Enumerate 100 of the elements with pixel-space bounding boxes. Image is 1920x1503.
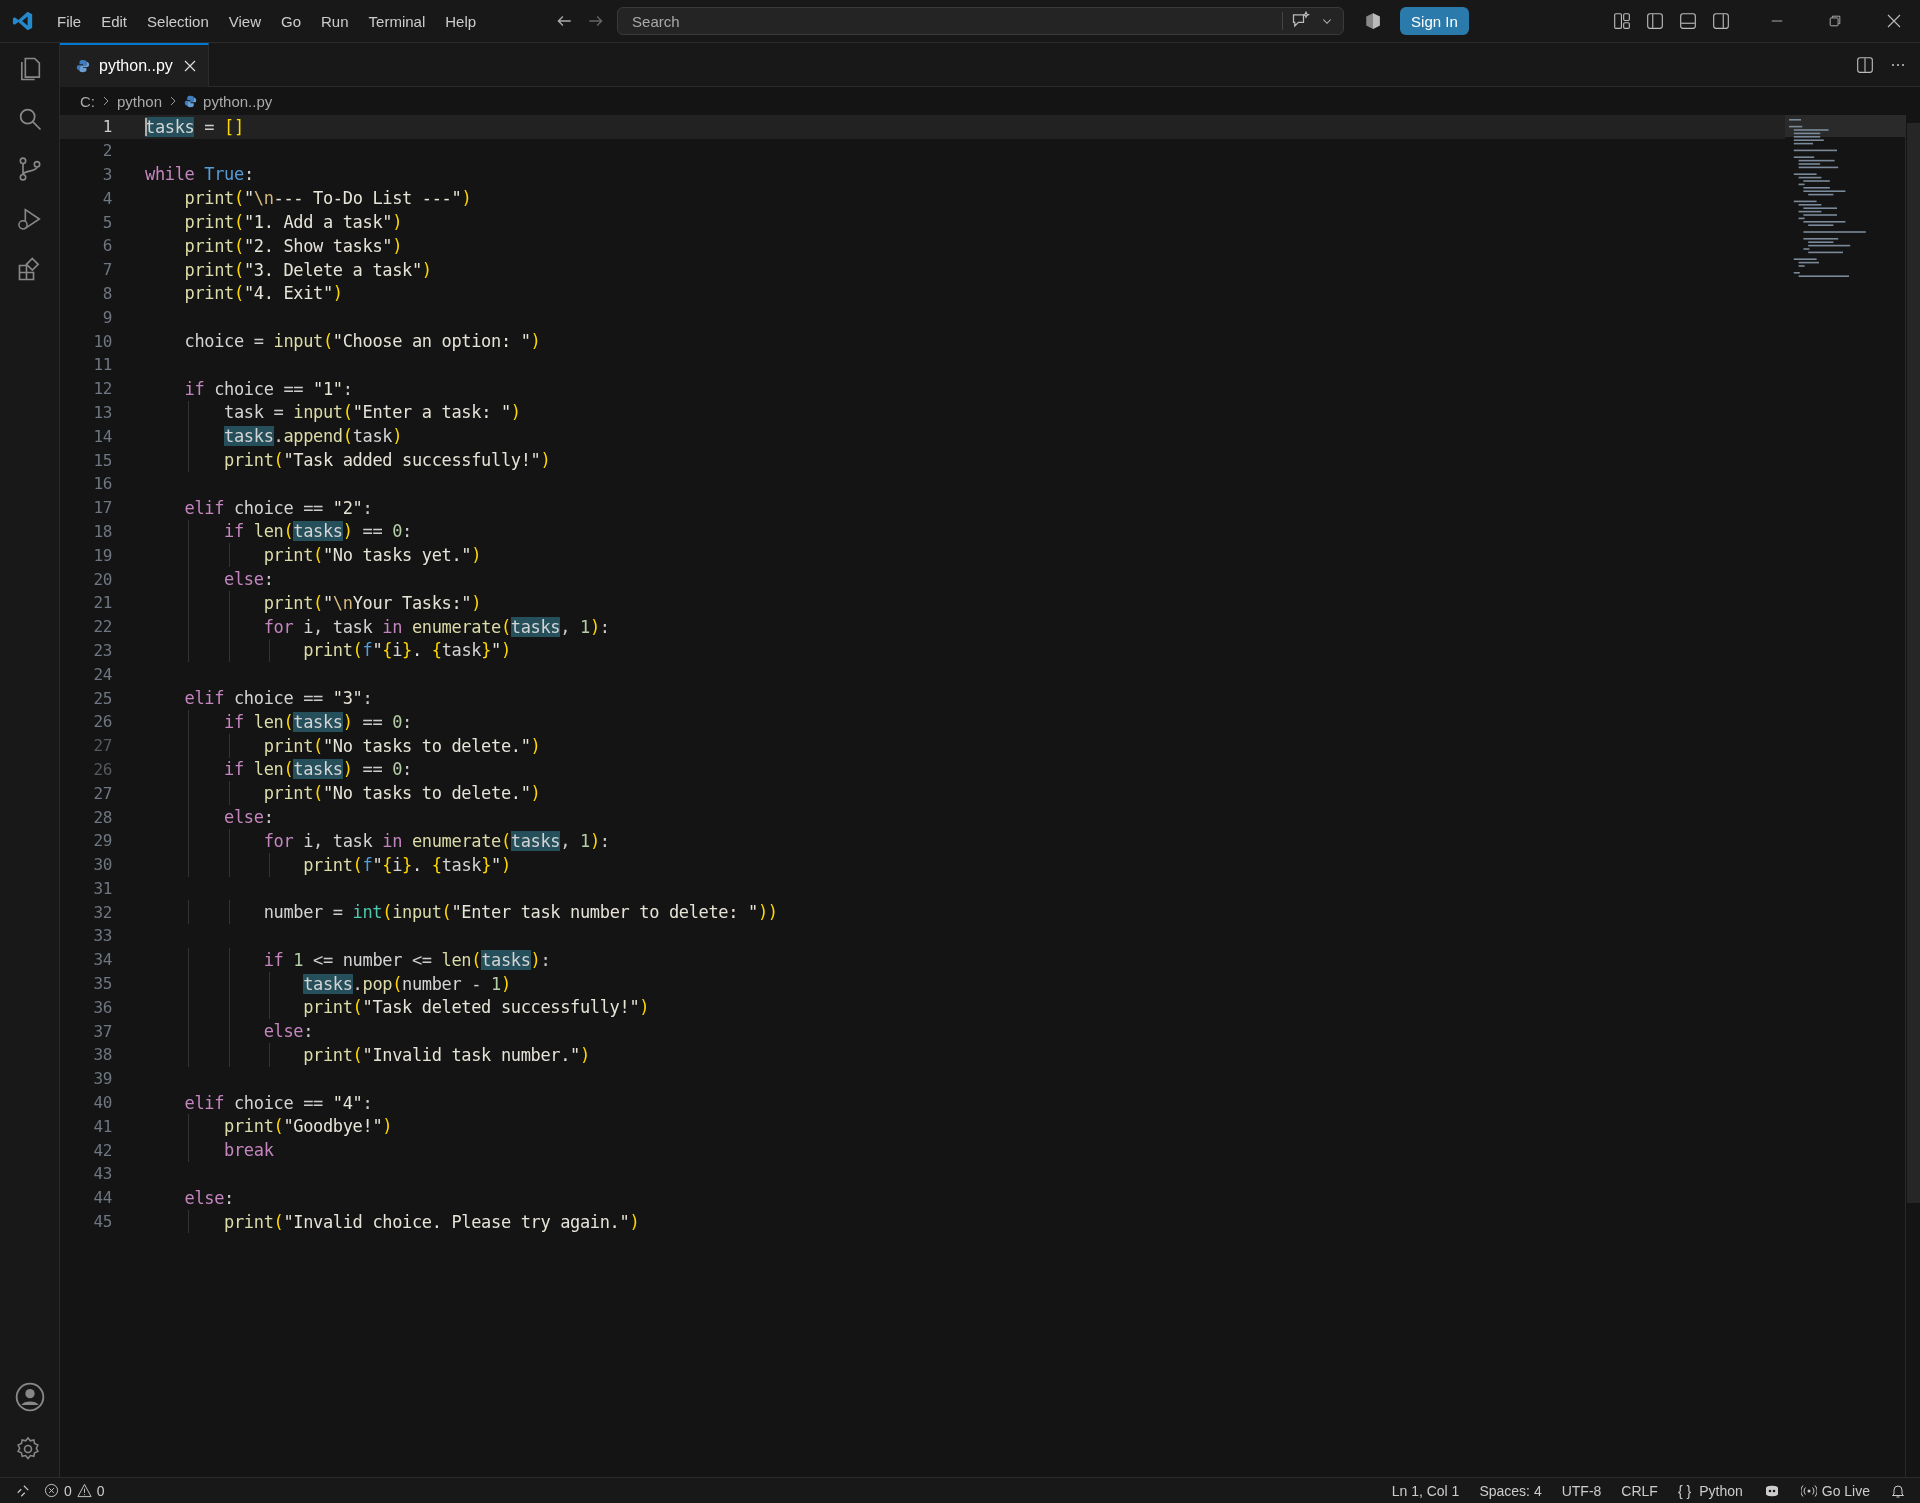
account-icon[interactable] (13, 1381, 46, 1413)
code-line: print("4. Exit") (183, 283, 343, 304)
line-number: 21 (92, 593, 112, 613)
line-number: 27 (92, 736, 112, 756)
line-number: 38 (92, 1045, 112, 1065)
line-number: 12 (92, 379, 112, 399)
status-item[interactable]: { } (1677, 1482, 1692, 1499)
code-line: task = input("Enter a task: ") (223, 402, 521, 423)
line-number: 27 (92, 783, 112, 803)
line-number: 22 (92, 617, 112, 637)
python-icon (76, 59, 90, 73)
code-line: else: (262, 1021, 314, 1042)
line-number: 14 (92, 426, 112, 446)
close-icon[interactable] (1886, 13, 1902, 29)
editor-tab[interactable]: python..py (60, 43, 209, 87)
code-line: print("Goodbye!") (223, 1116, 393, 1137)
code-line: number = int(input("Enter task number to delete: ")) (262, 902, 778, 923)
status-item[interactable]: Spaces: 4 (1479, 1482, 1542, 1499)
broadcast-icon[interactable] (1800, 1483, 1817, 1498)
cube-icon[interactable] (1364, 12, 1383, 30)
bell-icon[interactable] (1890, 1482, 1906, 1499)
line-number: 32 (92, 902, 112, 922)
code-line: print("No tasks to delete.") (262, 735, 541, 756)
line-number: 45 (92, 1212, 112, 1232)
line-number: 10 (92, 331, 112, 351)
line-number: 9 (101, 307, 112, 327)
status-item[interactable]: Ln 1, Col 1 (1391, 1482, 1460, 1499)
menu-item[interactable]: Help (436, 8, 486, 34)
line-number: 37 (92, 1021, 112, 1041)
search-input[interactable]: Search (630, 11, 1275, 31)
warning-count[interactable]: 0 (96, 1482, 105, 1499)
code-line: while True: (145, 164, 254, 185)
restore-icon[interactable] (1828, 14, 1842, 28)
panel-bottom-icon[interactable] (1679, 12, 1697, 30)
code-line: elif choice == "3": (183, 688, 373, 708)
layout-icon[interactable] (1613, 12, 1631, 30)
code-line: elif choice == "2": (183, 497, 373, 518)
code-line: if 1 <= number <= len(tasks): (262, 949, 551, 970)
code-line: print("Invalid task number.") (302, 1044, 590, 1065)
logo-icon (12, 10, 34, 32)
menu-item[interactable]: View (219, 8, 270, 34)
sign-in-button[interactable]: Sign In (1400, 7, 1469, 35)
code-line: print("2. Show tasks") (183, 235, 403, 256)
line-number: 11 (92, 355, 112, 375)
code-line: print(f"{i}. {task}") (302, 854, 511, 875)
line-number: 20 (92, 569, 112, 589)
line-number: 6 (101, 236, 112, 256)
line-number: 39 (92, 1069, 112, 1089)
code-line: choice = input("Choose an option: ") (183, 331, 541, 352)
line-number: 36 (92, 997, 112, 1017)
code-line: for i, task in enumerate(tasks, 1): (262, 616, 610, 637)
line-number: 24 (92, 664, 112, 684)
line-number: 42 (92, 1140, 112, 1160)
code-line: else: (223, 569, 274, 590)
menu-item[interactable]: Edit (92, 8, 137, 34)
line-number: 26 (92, 759, 112, 779)
status-item[interactable]: UTF-8 (1561, 1482, 1602, 1499)
code-line: print("Task added successfully!") (223, 450, 551, 471)
chevron-right-icon (101, 95, 111, 107)
split-editor-icon[interactable] (1856, 55, 1874, 74)
line-number: 29 (92, 831, 112, 851)
code-line: print("\n--- To-Do List ---") (183, 188, 472, 209)
code-line: print("3. Delete a task") (183, 259, 432, 280)
breadcrumb-item[interactable]: C: (80, 92, 95, 110)
menu-item[interactable]: Selection (138, 8, 218, 34)
breadcrumb-item[interactable]: python (117, 92, 163, 110)
status-item[interactable]: CRLF (1621, 1482, 1658, 1499)
warning-icon[interactable] (76, 1483, 92, 1498)
line-number: 1 (101, 117, 112, 137)
code-line: print("No tasks yet.") (262, 545, 482, 566)
error-count[interactable]: 0 (64, 1482, 72, 1499)
code-line: tasks.append(task) (223, 426, 403, 447)
status-item[interactable]: Go Live (1821, 1482, 1870, 1499)
line-number: 31 (92, 878, 112, 898)
code-line: else: (183, 1187, 234, 1208)
menu-item[interactable]: Terminal (359, 8, 435, 34)
line-number: 28 (92, 807, 112, 827)
code-line: elif choice == "4": (183, 1092, 373, 1113)
status-item[interactable]: Python (1699, 1482, 1743, 1499)
sidebar-right-icon[interactable] (1712, 12, 1730, 30)
menu-item[interactable]: File (48, 8, 91, 34)
sidebar-left-icon[interactable] (1646, 12, 1664, 30)
line-number: 25 (92, 688, 112, 708)
code-line: else: (223, 807, 274, 827)
line-number: 26 (92, 712, 112, 732)
code-line: if len(tasks) == 0: (223, 711, 412, 732)
code-line: tasks = [] (145, 116, 244, 137)
line-number: 15 (92, 450, 112, 470)
code-line: print("No tasks to delete.") (262, 783, 541, 804)
line-number: 30 (92, 855, 112, 875)
menu-item[interactable]: Go (272, 8, 310, 34)
breadcrumb-item[interactable]: python..py (203, 92, 273, 110)
search-bar[interactable]: Search (617, 7, 1345, 35)
line-number: 43 (92, 1164, 112, 1184)
menu-item[interactable]: Run (312, 8, 358, 34)
code-line: print("\nYour Tasks:") (262, 592, 482, 613)
line-number: 17 (92, 498, 112, 518)
line-number: 2 (101, 141, 112, 161)
error-icon[interactable] (44, 1483, 59, 1498)
line-number: 4 (101, 188, 112, 208)
